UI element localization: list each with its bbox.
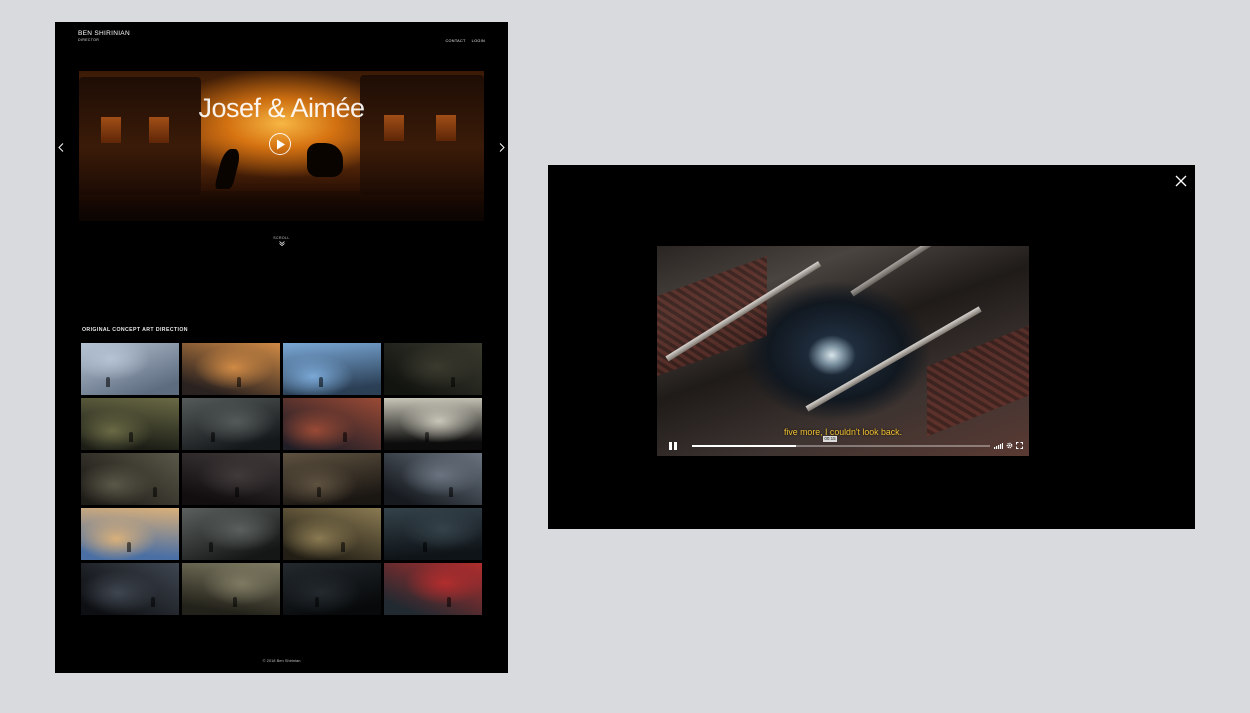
website-page: BEN SHIRINIAN DIRECTOR CONTACT LOGIN Jos…	[55, 22, 508, 673]
gallery-thumbnail[interactable]	[81, 508, 179, 560]
gallery-thumbnail[interactable]	[81, 343, 179, 395]
gallery-thumbnail[interactable]	[182, 343, 280, 395]
gallery-thumbnail[interactable]	[182, 398, 280, 450]
scroll-label: SCROLL	[273, 236, 290, 240]
gallery-thumbnail[interactable]	[283, 508, 381, 560]
gallery-thumbnail[interactable]	[384, 563, 482, 615]
section-title: ORIGINAL CONCEPT ART DIRECTION	[82, 327, 188, 333]
brand-name: BEN SHIRINIAN	[78, 30, 130, 37]
gallery-thumbnail[interactable]	[384, 508, 482, 560]
gallery-thumbnail[interactable]	[81, 398, 179, 450]
brand[interactable]: BEN SHIRINIAN DIRECTOR	[78, 30, 130, 42]
stair-rail-upper	[850, 246, 980, 297]
brand-role: DIRECTOR	[78, 37, 100, 42]
fire-sky-scene-icon	[342, 432, 347, 442]
gallery-thumbnail[interactable]	[283, 453, 381, 505]
gallery-thumbnail[interactable]	[182, 453, 280, 505]
nav-login[interactable]: LOGIN	[472, 39, 485, 43]
lone-tree-scene-icon	[232, 597, 237, 607]
gallery-thumbnail[interactable]	[384, 343, 482, 395]
red-coat-scene-icon	[234, 487, 239, 497]
gallery-thumbnail[interactable]	[384, 453, 482, 505]
gallery-thumbnail[interactable]	[81, 453, 179, 505]
misty-forest-scene-icon	[209, 542, 214, 552]
gallery-thumbnail[interactable]	[384, 398, 482, 450]
progress-fill	[692, 445, 797, 447]
play-icon	[277, 139, 285, 149]
gothic-house-scene-icon	[150, 597, 155, 607]
video-controls: 00:15	[657, 436, 1029, 456]
ground-shadow	[79, 191, 484, 221]
gallery-thumbnail[interactable]	[81, 563, 179, 615]
hero-title: Josef & Aimée	[198, 93, 365, 123]
gallery-thumbnail[interactable]	[182, 508, 280, 560]
time-tooltip: 00:15	[823, 436, 837, 442]
hero-banner[interactable]: Josef & Aimée	[79, 71, 484, 221]
bridge-river-scene-icon	[340, 542, 345, 552]
pause-icon[interactable]	[669, 442, 677, 450]
robot-silhouette	[307, 143, 343, 177]
dark-woods-scene-icon	[423, 542, 428, 552]
gallery-thumbnail[interactable]	[283, 343, 381, 395]
city-ruins-scene-icon	[448, 487, 453, 497]
sunset-couple-scene-icon	[236, 377, 241, 387]
running-girl-silhouette	[214, 149, 242, 189]
scroll-indicator[interactable]: SCROLL	[55, 236, 508, 246]
red-dress-woman-scene-icon	[446, 597, 451, 607]
fullscreen-icon[interactable]	[1016, 442, 1023, 449]
rain-figure-scene-icon	[211, 432, 216, 442]
chevron-down-icon	[278, 241, 285, 246]
gallery-thumbnail[interactable]	[283, 563, 381, 615]
video-lightbox: five more, I couldn't look back. 00:15	[548, 165, 1195, 529]
lamp-street-scene-icon	[129, 432, 134, 442]
chevron-right-icon[interactable]	[499, 139, 505, 157]
egg-hand-scene-icon	[425, 432, 430, 442]
train-passengers-scene-icon	[450, 377, 455, 387]
night-rocks-scene-icon	[315, 597, 320, 607]
nav-contact[interactable]: CONTACT	[446, 39, 466, 43]
progress-bar[interactable]: 00:15	[692, 436, 990, 447]
tent-blue-scene-icon	[127, 542, 132, 552]
video-player[interactable]: five more, I couldn't look back. 00:15	[657, 246, 1029, 456]
footer-copyright: © 2018 Ben Shirinian	[262, 658, 301, 663]
ice-cave-scene-icon	[105, 377, 110, 387]
play-button[interactable]	[269, 133, 291, 155]
gear-icon[interactable]	[1006, 442, 1013, 449]
chevron-left-icon[interactable]	[58, 139, 64, 157]
stormy-field-scene-icon	[152, 487, 157, 497]
volume-icon[interactable]	[994, 442, 1003, 449]
sky-explosion-scene-icon	[319, 377, 324, 387]
carpet-texture-right	[927, 325, 1029, 437]
top-nav: CONTACT LOGIN	[446, 39, 486, 43]
close-icon[interactable]	[1175, 174, 1187, 187]
girl-portrait-scene-icon	[317, 487, 322, 497]
gallery-thumbnail[interactable]	[283, 398, 381, 450]
gallery-thumbnail[interactable]	[182, 563, 280, 615]
concept-art-gallery	[81, 343, 482, 615]
